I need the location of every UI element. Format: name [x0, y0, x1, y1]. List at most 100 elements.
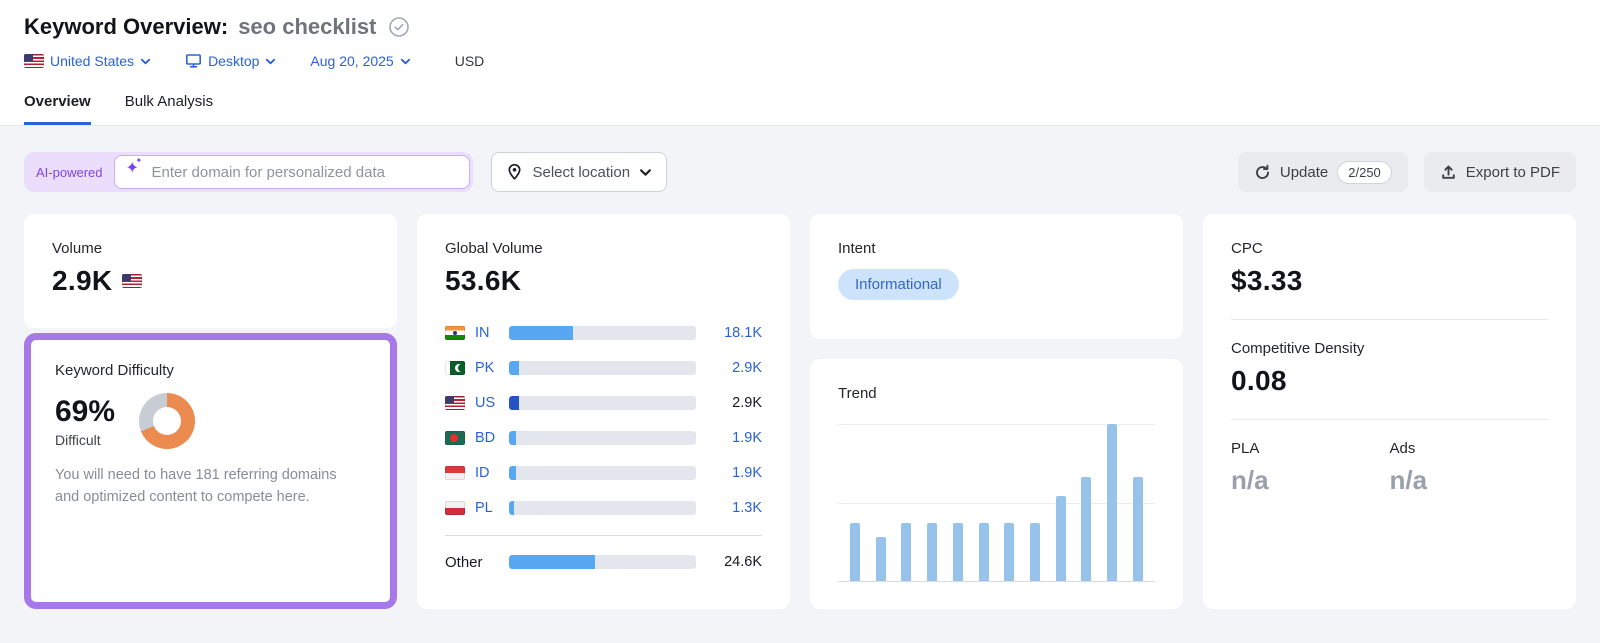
country-volume-value: 1.3K	[714, 500, 762, 516]
other-label: Other	[445, 554, 509, 571]
trend-bar	[1004, 523, 1014, 581]
chevron-down-icon	[140, 56, 151, 67]
update-quota-badge: 2/250	[1337, 161, 1392, 184]
select-location-dropdown[interactable]: Select location	[491, 152, 667, 192]
keyword-difficulty-description: You will need to have 181 referring doma…	[55, 465, 355, 509]
pl-flag-icon	[445, 501, 465, 515]
difficulty-donut-chart	[139, 393, 195, 449]
country-volume-bar	[509, 361, 696, 375]
ads-title: Ads	[1390, 440, 1549, 457]
device-filter[interactable]: Desktop	[185, 53, 276, 69]
global-volume-value: 53.6K	[445, 265, 762, 297]
cpc-title: CPC	[1231, 240, 1548, 257]
country-volume-bar	[509, 466, 696, 480]
country-volume-value: 18.1K	[714, 325, 762, 341]
country-volume-bar	[509, 396, 696, 410]
title-row: Keyword Overview: seo checklist	[24, 14, 1576, 40]
export-pdf-button[interactable]: Export to PDF	[1424, 152, 1576, 192]
country-volume-bar	[509, 326, 696, 340]
trend-bar	[901, 523, 911, 581]
trend-bar	[1133, 477, 1143, 581]
divider	[445, 535, 762, 536]
verified-check-icon	[388, 16, 410, 38]
trend-bar	[1107, 424, 1117, 581]
trend-bar	[1081, 477, 1091, 581]
export-pdf-label: Export to PDF	[1466, 164, 1560, 181]
bd-flag-icon	[445, 431, 465, 445]
country-volume-value: 1.9K	[714, 430, 762, 446]
chevron-down-icon	[639, 166, 652, 179]
cpc-card: CPC $3.33 Competitive Density 0.08 PLA n…	[1203, 214, 1576, 609]
trend-chart	[838, 424, 1155, 582]
intent-title: Intent	[838, 240, 1155, 257]
global-volume-row: ID1.9K	[445, 455, 762, 490]
global-volume-row: BD 1.9K	[445, 420, 762, 455]
country-code-link[interactable]: US	[475, 395, 509, 411]
page-header: Keyword Overview: seo checklist United S…	[0, 0, 1600, 126]
global-volume-other-row: Other 24.6K	[445, 546, 762, 578]
other-volume-bar-fill	[509, 555, 595, 569]
id-flag-icon	[445, 466, 465, 480]
update-button[interactable]: Update 2/250	[1238, 152, 1408, 192]
trend-bar	[953, 523, 963, 581]
country-filter-label: United States	[50, 53, 134, 69]
us-flag-icon	[24, 54, 44, 68]
trend-title: Trend	[838, 385, 1155, 402]
trend-bar	[1056, 496, 1066, 581]
tab-bar: Overview Bulk Analysis	[24, 93, 1576, 125]
filter-row: United States Desktop Aug 20, 2025 USD	[24, 53, 1576, 69]
country-filter[interactable]: United States	[24, 53, 151, 69]
pk-flag-icon	[445, 361, 465, 375]
main-content: AI-powered ✦✦ Select location Update 2/2…	[0, 126, 1600, 609]
ads-value: n/a	[1390, 465, 1549, 496]
trend-bar	[927, 523, 937, 581]
intent-card: Intent Informational	[810, 214, 1183, 339]
refresh-icon	[1254, 164, 1271, 181]
country-volume-bar	[509, 501, 696, 515]
country-volume-bar	[509, 431, 696, 445]
page-title: Keyword Overview:	[24, 14, 228, 40]
cpc-value: $3.33	[1231, 265, 1548, 297]
trend-bar	[850, 523, 860, 581]
divider	[1231, 319, 1548, 320]
country-code-link[interactable]: PK	[475, 360, 509, 376]
keyword-difficulty-card: Keyword Difficulty 69% Difficult You wil…	[24, 333, 397, 609]
country-code-link[interactable]: IN	[475, 325, 509, 341]
keyword-difficulty-label: Difficult	[55, 432, 115, 448]
ai-powered-badge: AI-powered	[24, 165, 114, 180]
volume-title: Volume	[52, 240, 369, 257]
sparkle-icon: ✦✦	[125, 161, 138, 177]
keyword-difficulty-title: Keyword Difficulty	[55, 362, 366, 379]
global-volume-row: IN 18.1K	[445, 315, 762, 350]
global-volume-row: PK 2.9K	[445, 350, 762, 385]
chevron-down-icon	[400, 56, 411, 67]
select-location-label: Select location	[532, 164, 630, 181]
global-volume-rows: IN18.1KPK2.9KUS2.9KBD1.9KID1.9KPL1.3K	[445, 315, 762, 525]
export-icon	[1440, 164, 1457, 181]
date-filter-label: Aug 20, 2025	[310, 53, 393, 69]
intent-badge[interactable]: Informational	[838, 269, 959, 300]
country-code-link[interactable]: BD	[475, 430, 509, 446]
other-volume-bar	[509, 555, 696, 569]
trend-card: Trend	[810, 359, 1183, 609]
device-filter-label: Desktop	[208, 53, 259, 69]
ai-domain-group: AI-powered ✦✦	[24, 152, 473, 192]
us-flag-icon	[122, 274, 142, 288]
metrics-grid: Volume 2.9K Keyword Difficulty 69% Diffi…	[24, 214, 1576, 609]
location-pin-icon	[506, 163, 523, 181]
tab-overview[interactable]: Overview	[24, 93, 91, 125]
keyword-text: seo checklist	[238, 14, 376, 40]
desktop-icon	[185, 53, 202, 69]
country-code-link[interactable]: ID	[475, 465, 509, 481]
date-filter[interactable]: Aug 20, 2025	[310, 53, 410, 69]
global-volume-row: PL 1.3K	[445, 490, 762, 525]
tab-bulk-analysis[interactable]: Bulk Analysis	[125, 93, 213, 125]
pla-title: PLA	[1231, 440, 1390, 457]
volume-value: 2.9K	[52, 265, 112, 297]
country-code-link[interactable]: PL	[475, 500, 509, 516]
domain-input[interactable]	[114, 155, 470, 189]
trend-bar	[979, 523, 989, 581]
toolbar: AI-powered ✦✦ Select location Update 2/2…	[24, 152, 1576, 192]
trend-bars	[838, 424, 1155, 581]
country-volume-value: 2.9K	[714, 360, 762, 376]
